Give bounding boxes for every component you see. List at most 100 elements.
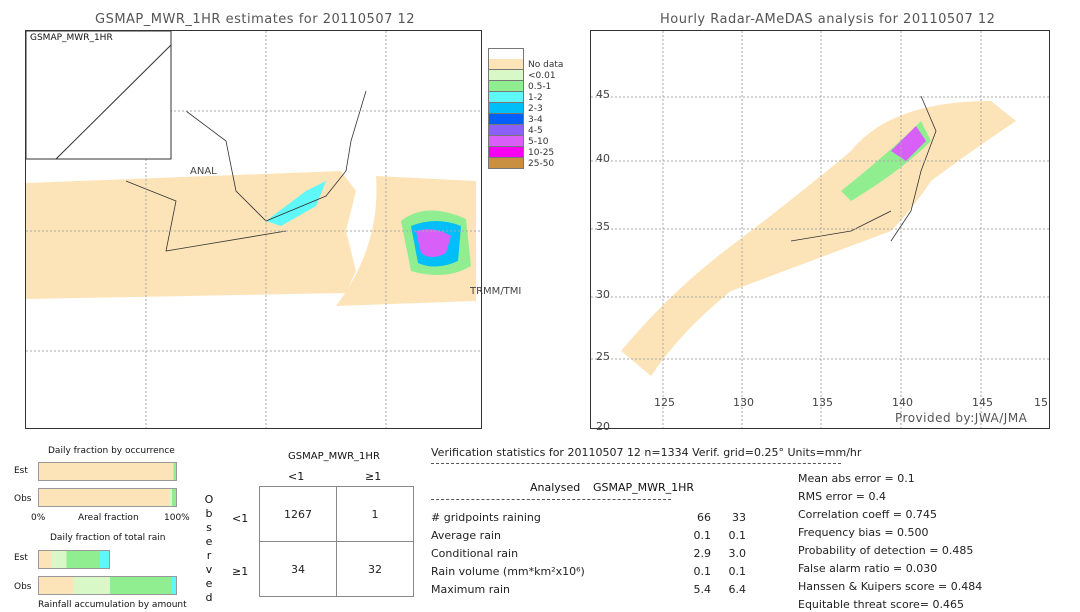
- legend-item: 5-10: [488, 136, 563, 147]
- legend-label: 4-5: [528, 125, 543, 136]
- obs-occurrence-bar: [38, 488, 177, 507]
- lat-tick: 35: [596, 220, 610, 233]
- lon-tick: 140: [892, 396, 913, 409]
- legend-item: 2-3: [488, 103, 563, 114]
- score: Equitable threat score= 0.465: [798, 598, 964, 611]
- legend-swatch: [488, 81, 524, 92]
- anal-label: ANAL: [190, 166, 217, 177]
- stat-analysed: 66: [697, 511, 711, 524]
- legend-swatch: [488, 103, 524, 114]
- rain-east-3: [416, 229, 451, 257]
- legend-swatch: [488, 158, 524, 169]
- lon-tick: 15: [1034, 396, 1048, 409]
- stat-analysed: 0.1: [693, 565, 712, 578]
- side-letter: v: [205, 563, 213, 576]
- est-label: Est: [14, 466, 28, 476]
- x0-label: 0%: [31, 513, 46, 523]
- legend-item: 0.5-1: [488, 81, 563, 92]
- lat-tick: 40: [596, 152, 610, 165]
- score: RMS error = 0.4: [798, 490, 886, 503]
- score: Frequency bias = 0.500: [798, 526, 929, 539]
- obs-rain-bar: [38, 576, 177, 595]
- col-analysed: Analysed: [530, 481, 581, 494]
- legend-swatch: [488, 70, 524, 81]
- legend-item: 25-50: [488, 158, 563, 169]
- lon-tick: 130: [733, 396, 754, 409]
- legend-item: 1-2: [488, 92, 563, 103]
- col-ge1: ≥1: [365, 470, 382, 483]
- lat-tick: 45: [596, 88, 610, 101]
- obs-label: Obs: [14, 494, 32, 504]
- side-letter: e: [205, 535, 213, 548]
- side-letter: r: [206, 549, 212, 562]
- left-map-svg: [26, 31, 481, 428]
- legend-swatch: [488, 59, 524, 70]
- score: Mean abs error = 0.1: [798, 472, 915, 485]
- legend-swatch: [488, 114, 524, 125]
- score: False alarm ratio = 0.030: [798, 562, 938, 575]
- sensor-label: TRMM/TMI: [470, 286, 522, 297]
- stats-row: Average rain 0.1 0.1: [431, 529, 746, 542]
- stat-label: Conditional rain: [431, 547, 519, 560]
- est-occurrence-bar: [38, 462, 177, 481]
- x-label: Areal fraction: [78, 513, 139, 523]
- legend-item: 4-5: [488, 125, 563, 136]
- legend-swatch: [488, 136, 524, 147]
- col-gsmap: GSMAP_MWR_1HR: [593, 481, 695, 494]
- stat-label: # gridpoints raining: [431, 511, 541, 524]
- legend-label: <0.01: [528, 70, 556, 81]
- stat-label: Maximum rain: [431, 583, 510, 596]
- left-map: [25, 30, 482, 429]
- radar-coverage: [621, 101, 1016, 376]
- legend-label: 25-50: [528, 158, 555, 169]
- side-letter: e: [205, 577, 213, 590]
- cell: 1267: [259, 486, 337, 542]
- row-lt1: <1: [232, 512, 249, 525]
- legend-label: 3-4: [528, 114, 543, 125]
- inset-label: GSMAP_MWR_1HR: [30, 33, 113, 43]
- side-letter: b: [205, 507, 213, 520]
- lon-tick: 135: [812, 396, 833, 409]
- total-rain-xlabel: Rainfall accumulation by amount: [38, 600, 187, 610]
- stats-row: Rain volume (mm*km²x10⁶) 0.1 0.1: [431, 565, 746, 578]
- swath-west: [26, 171, 356, 299]
- stats-row: # gridpoints raining 66 33: [431, 511, 746, 524]
- score: Correlation coeff = 0.745: [798, 508, 937, 521]
- score: Hanssen & Kuipers score = 0.484: [798, 580, 983, 593]
- right-map: [590, 30, 1050, 429]
- left-map-title: GSMAP_MWR_1HR estimates for 20110507 12: [95, 12, 416, 27]
- observed-label: Observed: [204, 493, 214, 605]
- color-legend: No data <0.01 0.5-1 1-2 2-3 3-4 4-5 5-10 10-25 25…: [488, 47, 564, 169]
- scatter-inset: [26, 31, 172, 160]
- cell: 34: [259, 541, 337, 597]
- legend-label: 10-25: [528, 147, 555, 158]
- est-label: Est: [14, 553, 28, 563]
- lon-tick: 125: [654, 396, 675, 409]
- stat-gsmap: 0.1: [728, 529, 747, 542]
- stat-gsmap: 6.4: [728, 583, 747, 596]
- side-letter: O: [204, 493, 214, 506]
- legend-label: 0.5-1: [528, 81, 552, 92]
- legend-swatch: [488, 147, 524, 158]
- stat-analysed: 2.9: [693, 547, 712, 560]
- legend-swatch: [488, 92, 524, 103]
- stats-header: Verification statistics for 20110507 12 …: [431, 446, 862, 459]
- stat-label: Rain volume (mm*km²x10⁶): [431, 565, 585, 578]
- cell: 32: [336, 541, 414, 597]
- lat-tick: 20: [596, 420, 610, 433]
- legend-item: <0.01: [488, 70, 563, 81]
- total-rain-title: Daily fraction of total rain: [50, 533, 166, 543]
- col-lt1: <1: [288, 470, 305, 483]
- side-letter: d: [205, 591, 213, 604]
- right-map-title: Hourly Radar-AMeDAS analysis for 2011050…: [660, 12, 996, 27]
- stat-analysed: 0.1: [693, 529, 712, 542]
- stat-label: Average rain: [431, 529, 501, 542]
- legend-item: 3-4: [488, 114, 563, 125]
- legend-label: No data: [528, 59, 564, 70]
- stats-row: Maximum rain 5.4 6.4: [431, 583, 746, 596]
- stats-row: Conditional rain 2.9 3.0: [431, 547, 746, 560]
- stat-analysed: 5.4: [693, 583, 712, 596]
- legend-label: 2-3: [528, 103, 543, 114]
- legend-item: [488, 47, 563, 60]
- contingency-title: GSMAP_MWR_1HR: [288, 451, 380, 462]
